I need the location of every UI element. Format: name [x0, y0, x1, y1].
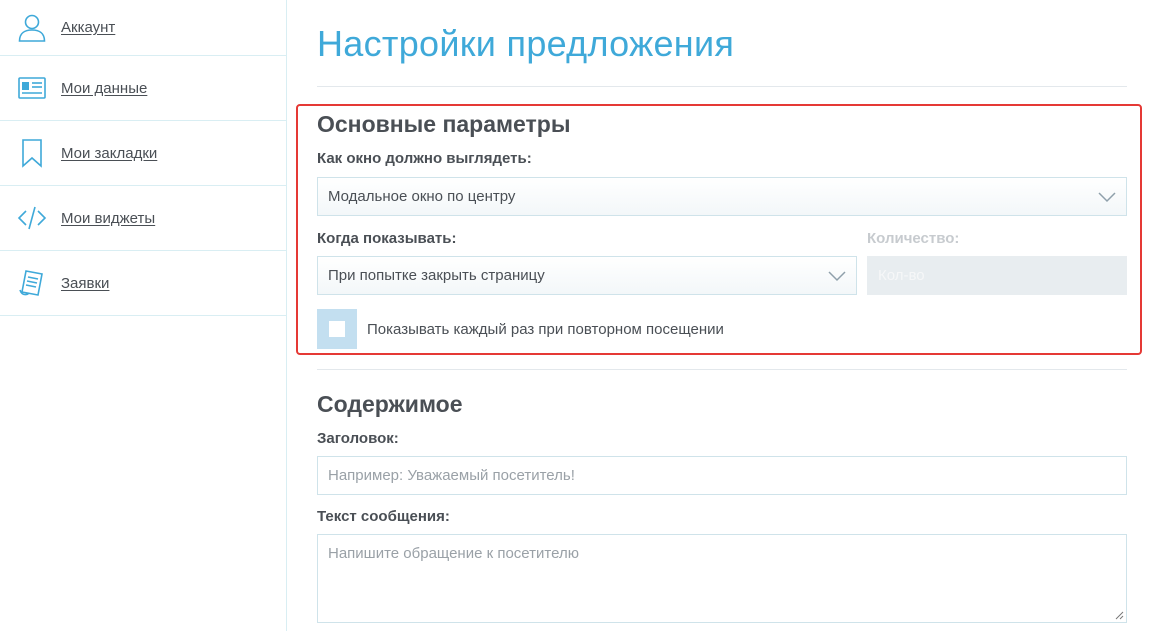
- count-placeholder: Кол-во: [878, 267, 925, 284]
- sidebar-item-bookmarks[interactable]: Мои закладки: [0, 121, 286, 186]
- chevron-down-icon: [828, 270, 846, 281]
- divider: [317, 369, 1127, 370]
- count-label: Количество:: [867, 230, 960, 247]
- checkbox-box: [329, 321, 345, 337]
- basic-section-title: Основные параметры: [317, 111, 571, 137]
- heading-placeholder: Например: Уважаемый посетитель!: [328, 467, 575, 484]
- heading-label: Заголовок:: [317, 430, 399, 447]
- sidebar-item-widgets[interactable]: Мои виджеты: [0, 186, 286, 251]
- sidebar-item-label[interactable]: Аккаунт: [61, 19, 115, 36]
- document-icon: [16, 267, 48, 299]
- when-row: Когда показывать: При попытке закрыть ст…: [317, 230, 1127, 295]
- divider: [317, 86, 1127, 87]
- sidebar-item-requests[interactable]: Заявки: [0, 251, 286, 316]
- message-placeholder: Напишите обращение к посетителю: [328, 545, 579, 562]
- message-label: Текст сообщения:: [317, 508, 450, 525]
- message-textarea[interactable]: Напишите обращение к посетителю: [317, 534, 1127, 623]
- page-title: Настройки предложения: [317, 23, 735, 64]
- code-icon: [16, 202, 48, 234]
- sidebar-item-my-data[interactable]: Мои данные: [0, 56, 286, 121]
- count-input[interactable]: Кол-во: [867, 256, 1127, 295]
- when-select[interactable]: При попытке закрыть страницу: [317, 256, 857, 295]
- user-icon: [16, 12, 48, 44]
- main-content: Настройки предложения Основные параметры…: [317, 0, 1127, 623]
- appearance-select-value: Модальное окно по центру: [328, 188, 516, 205]
- repeat-checkbox-label[interactable]: Показывать каждый раз при повторном посе…: [367, 321, 724, 338]
- repeat-checkbox[interactable]: [317, 309, 357, 349]
- resize-handle-icon[interactable]: [1115, 611, 1124, 620]
- sidebar-item-label[interactable]: Мои закладки: [61, 145, 157, 162]
- content-section-title: Содержимое: [317, 391, 463, 417]
- sidebar-item-label[interactable]: Мои данные: [61, 80, 147, 97]
- id-card-icon: [16, 72, 48, 104]
- sidebar-item-label[interactable]: Заявки: [61, 275, 109, 292]
- sidebar-item-label[interactable]: Мои виджеты: [61, 210, 155, 227]
- when-select-value: При попытке закрыть страницу: [328, 267, 545, 284]
- sidebar: Аккаунт Мои данные Мои закладки Мои видж…: [0, 0, 287, 631]
- appearance-label: Как окно должно выглядеть:: [317, 150, 532, 167]
- heading-input[interactable]: Например: Уважаемый посетитель!: [317, 456, 1127, 495]
- when-label: Когда показывать:: [317, 230, 457, 247]
- bookmark-icon: [16, 137, 48, 169]
- chevron-down-icon: [1098, 191, 1116, 202]
- sidebar-item-account[interactable]: Аккаунт: [0, 0, 286, 56]
- repeat-row: Показывать каждый раз при повторном посе…: [317, 309, 1127, 349]
- appearance-select[interactable]: Модальное окно по центру: [317, 177, 1127, 216]
